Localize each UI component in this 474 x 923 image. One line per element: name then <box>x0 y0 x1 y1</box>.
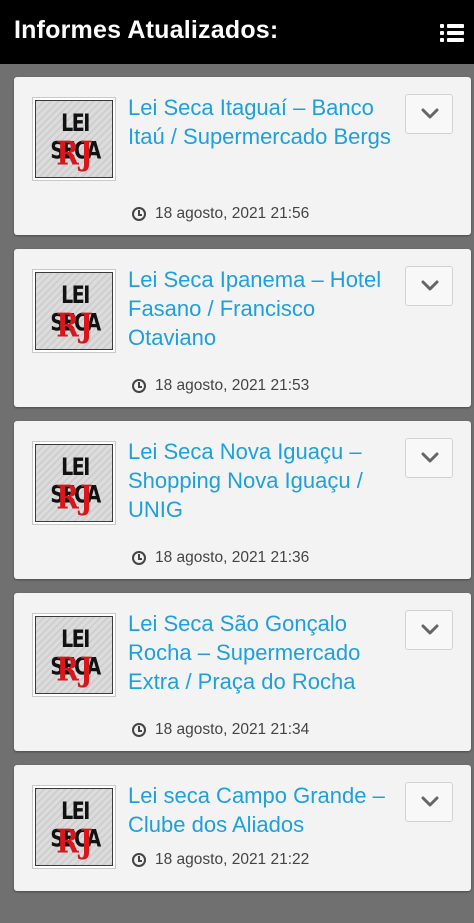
chevron-down-icon <box>421 108 439 119</box>
post-title-link[interactable]: Lei Seca Nova Iguaçu – Shopping Nova Igu… <box>128 437 400 524</box>
post-date: 18 agosto, 2021 21:56 <box>155 205 310 222</box>
logo-text-bottom: RJ <box>56 135 94 174</box>
post-date: 18 agosto, 2021 21:22 <box>155 851 310 868</box>
post-date: 18 agosto, 2021 21:53 <box>155 377 310 394</box>
logo-text-bottom: RJ <box>56 823 94 862</box>
post-card[interactable]: LEI SECA RJ Lei seca Campo Grande – Club… <box>14 765 471 891</box>
post-card[interactable]: LEI SECA RJ Lei Seca Ipanema – Hotel Fas… <box>14 249 471 407</box>
post-card[interactable]: LEI SECA RJ Lei Seca Nova Iguaçu – Shopp… <box>14 421 471 579</box>
post-thumbnail[interactable]: LEI SECA RJ <box>32 613 116 697</box>
logo-text-bottom: RJ <box>56 651 94 690</box>
post-date: 18 agosto, 2021 21:34 <box>155 721 310 738</box>
clock-icon <box>132 853 146 867</box>
menu-button[interactable] <box>434 18 468 48</box>
clock-icon <box>132 551 146 565</box>
chevron-down-icon <box>421 624 439 635</box>
lei-seca-rj-logo: LEI SECA RJ <box>35 616 113 694</box>
expand-button[interactable] <box>405 266 453 306</box>
lei-seca-rj-logo: LEI SECA RJ <box>35 272 113 350</box>
logo-text-bottom: RJ <box>56 479 94 518</box>
chevron-down-icon <box>421 280 439 291</box>
clock-icon <box>132 207 146 221</box>
chevron-down-icon <box>421 452 439 463</box>
post-date: 18 agosto, 2021 21:36 <box>155 549 310 566</box>
post-list[interactable]: LEI SECA RJ Lei Seca Itaguaí – Banco Ita… <box>0 64 474 923</box>
clock-icon <box>132 379 146 393</box>
expand-button[interactable] <box>405 438 453 478</box>
post-title-link[interactable]: Lei Seca São Gonçalo Rocha – Supermercad… <box>128 609 400 696</box>
post-thumbnail[interactable]: LEI SECA RJ <box>32 785 116 869</box>
post-card[interactable]: LEI SECA RJ Lei Seca Itaguaí – Banco Ita… <box>14 77 471 235</box>
app-header: Informes Atualizados: <box>0 0 474 64</box>
lei-seca-rj-logo: LEI SECA RJ <box>35 788 113 866</box>
expand-button[interactable] <box>405 610 453 650</box>
post-title-link[interactable]: Lei seca Campo Grande – Clube dos Aliado… <box>128 781 400 839</box>
page-title: Informes Atualizados: <box>14 16 279 44</box>
post-card[interactable]: LEI SECA RJ Lei Seca São Gonçalo Rocha –… <box>14 593 471 751</box>
post-title-link[interactable]: Lei Seca Ipanema – Hotel Fasano / Franci… <box>128 265 400 352</box>
post-thumbnail[interactable]: LEI SECA RJ <box>32 269 116 353</box>
chevron-down-icon <box>421 796 439 807</box>
expand-button[interactable] <box>405 94 453 134</box>
post-thumbnail[interactable]: LEI SECA RJ <box>32 97 116 181</box>
expand-button[interactable] <box>405 782 453 822</box>
logo-text-bottom: RJ <box>56 307 94 346</box>
clock-icon <box>132 723 146 737</box>
lei-seca-rj-logo: LEI SECA RJ <box>35 100 113 178</box>
post-title-link[interactable]: Lei Seca Itaguaí – Banco Itaú / Supermer… <box>128 93 400 151</box>
post-thumbnail[interactable]: LEI SECA RJ <box>32 441 116 525</box>
lei-seca-rj-logo: LEI SECA RJ <box>35 444 113 522</box>
